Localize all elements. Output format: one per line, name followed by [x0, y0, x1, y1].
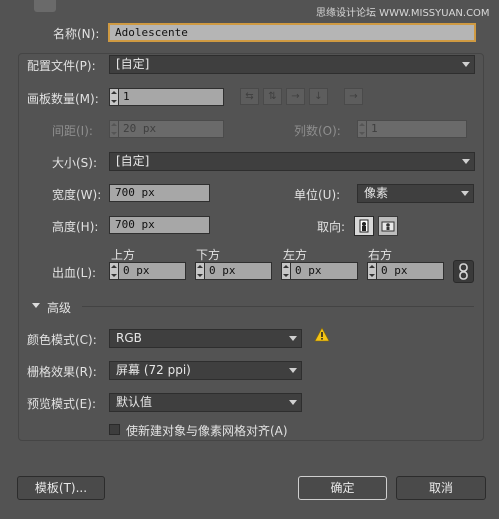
- preview-mode-value: 默认值: [116, 395, 153, 409]
- height-field[interactable]: 700 px: [109, 216, 210, 234]
- collapse-triangle-icon[interactable]: [32, 303, 40, 308]
- profile-label: 配置文件(P):: [27, 59, 96, 73]
- align-pixel-grid-checkbox[interactable]: [109, 424, 120, 435]
- link-bleed-button[interactable]: [453, 260, 474, 283]
- artboards-label: 画板数量(M):: [27, 92, 99, 106]
- increment-icon: [111, 123, 117, 126]
- orientation-label: 取向:: [317, 220, 346, 234]
- increment-icon: [197, 265, 203, 268]
- grid-by-column-icon[interactable]: ⇅: [263, 88, 282, 105]
- preview-mode-dropdown[interactable]: 默认值: [109, 393, 302, 412]
- bleed-left-label: 左方: [283, 248, 308, 262]
- increment-icon: [111, 91, 117, 94]
- height-label: 高度(H):: [52, 220, 99, 234]
- warning-icon: [314, 327, 330, 342]
- size-dropdown[interactable]: [自定]: [109, 152, 475, 171]
- portrait-orientation-button[interactable]: [354, 216, 374, 236]
- bleed-top-label: 上方: [111, 248, 136, 262]
- chevron-down-icon: [462, 62, 470, 67]
- units-value: 像素: [364, 186, 389, 200]
- ok-button[interactable]: 确定: [298, 476, 387, 500]
- bleed-right-label: 右方: [368, 248, 393, 262]
- spacing-stepper[interactable]: [109, 120, 119, 138]
- advanced-section-label[interactable]: 高级: [47, 299, 71, 316]
- advanced-divider: [82, 306, 474, 307]
- watermark: 思缘设计论坛 WWW.MISSYUAN.COM: [316, 8, 490, 19]
- align-pixel-grid-label[interactable]: 使新建对象与像素网格对齐(A): [126, 422, 288, 439]
- raster-effects-label: 栅格效果(R):: [27, 365, 97, 379]
- bleed-top-field[interactable]: 0 px: [119, 262, 186, 280]
- size-value: [自定]: [116, 154, 150, 168]
- increment-icon: [111, 265, 117, 268]
- chevron-down-icon: [289, 336, 297, 341]
- bleed-left-stepper[interactable]: [281, 262, 291, 280]
- color-mode-label: 颜色模式(C):: [27, 333, 97, 347]
- increment-icon: [359, 123, 365, 126]
- document-settings-group: [18, 53, 484, 441]
- width-label: 宽度(W):: [52, 188, 102, 202]
- templates-button[interactable]: 模板(T)...: [17, 476, 105, 500]
- color-mode-value: RGB: [116, 331, 142, 345]
- profile-value: [自定]: [116, 57, 150, 71]
- portrait-icon: [359, 219, 369, 233]
- raster-effects-value: 屏幕 (72 ppi): [116, 363, 191, 377]
- arrange-by-row-icon[interactable]: →: [286, 88, 305, 105]
- decrement-icon: [111, 274, 117, 277]
- decrement-icon: [283, 274, 289, 277]
- artboards-stepper[interactable]: [109, 88, 119, 106]
- decrement-icon: [111, 132, 117, 135]
- chain-link-icon: [459, 263, 468, 280]
- columns-stepper[interactable]: [357, 120, 367, 138]
- bleed-bottom-label: 下方: [196, 248, 221, 262]
- profile-dropdown[interactable]: [自定]: [109, 55, 475, 74]
- raster-effects-dropdown[interactable]: 屏幕 (72 ppi): [109, 361, 302, 380]
- layout-right-to-left-icon[interactable]: →: [344, 88, 363, 105]
- decrement-icon: [197, 274, 203, 277]
- spacing-field[interactable]: 20 px: [119, 120, 224, 138]
- columns-field[interactable]: 1: [367, 120, 467, 138]
- increment-icon: [369, 265, 375, 268]
- color-mode-dropdown[interactable]: RGB: [109, 329, 302, 348]
- decrement-icon: [111, 100, 117, 103]
- units-dropdown[interactable]: 像素: [357, 184, 474, 203]
- name-label: 名称(N):: [53, 27, 100, 41]
- bleed-bottom-stepper[interactable]: [195, 262, 205, 280]
- width-field[interactable]: 700 px: [109, 184, 210, 202]
- bleed-top-stepper[interactable]: [109, 262, 119, 280]
- arrange-by-column-icon[interactable]: ↓: [309, 88, 328, 105]
- preview-mode-label: 预览模式(E):: [27, 397, 96, 411]
- chevron-down-icon: [462, 159, 470, 164]
- bleed-bottom-field[interactable]: 0 px: [205, 262, 272, 280]
- decrement-icon: [359, 132, 365, 135]
- bleed-right-stepper[interactable]: [367, 262, 377, 280]
- size-label: 大小(S):: [52, 156, 98, 170]
- app-icon: [34, 0, 56, 12]
- spacing-label: 间距(I):: [52, 124, 93, 138]
- landscape-orientation-button[interactable]: [378, 216, 398, 236]
- bleed-left-field[interactable]: 0 px: [291, 262, 358, 280]
- units-label: 单位(U):: [294, 188, 341, 202]
- bleed-label: 出血(L):: [52, 266, 97, 280]
- increment-icon: [283, 265, 289, 268]
- grid-by-row-icon[interactable]: ⇆: [240, 88, 259, 105]
- chevron-down-icon: [461, 191, 469, 196]
- landscape-icon: [381, 221, 395, 232]
- cancel-button[interactable]: 取消: [396, 476, 486, 500]
- chevron-down-icon: [289, 400, 297, 405]
- decrement-icon: [369, 274, 375, 277]
- bleed-right-field[interactable]: 0 px: [377, 262, 444, 280]
- name-field[interactable]: Adolescente: [108, 23, 476, 42]
- chevron-down-icon: [289, 368, 297, 373]
- columns-label: 列数(O):: [294, 124, 341, 138]
- artboards-count-field[interactable]: 1: [119, 88, 224, 106]
